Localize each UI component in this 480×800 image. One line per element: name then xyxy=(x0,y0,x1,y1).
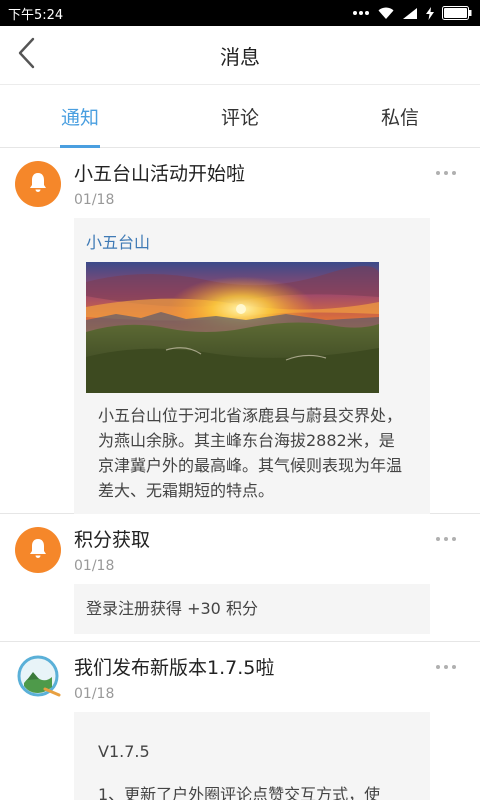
sunset-mountain-photo xyxy=(86,262,379,393)
list-item[interactable]: 我们发布新版本1.7.5啦 01/18 V1.7.5 1、更新了户外圈评论点赞交… xyxy=(0,642,480,800)
message-title: 积分获取 xyxy=(74,529,151,551)
card-link[interactable]: 小五台山 xyxy=(86,232,418,254)
more-options-icon[interactable] xyxy=(436,166,460,180)
message-card[interactable]: V1.7.5 1、更新了户外圈评论点赞交互方式，使 xyxy=(74,712,430,800)
avatar xyxy=(15,655,61,701)
nav-bar: 消息 xyxy=(0,26,480,84)
tab-notifications[interactable]: 通知 xyxy=(0,85,160,147)
page-title: 消息 xyxy=(220,44,260,69)
tab-private-messages[interactable]: 私信 xyxy=(320,85,480,147)
more-options-icon[interactable] xyxy=(436,532,460,546)
message-card[interactable]: 小五台山 小五台山位于河北省涿鹿县与蔚县交界处，为燕山余脉。其主峰东台海拔288… xyxy=(74,218,430,517)
more-dots-icon xyxy=(352,10,370,16)
tab-comments[interactable]: 评论 xyxy=(160,85,320,147)
message-title: 我们发布新版本1.7.5啦 xyxy=(74,657,275,679)
avatar xyxy=(15,527,61,573)
bell-icon xyxy=(26,170,50,198)
more-options-icon[interactable] xyxy=(436,660,460,674)
tab-bar: 通知 评论 私信 xyxy=(0,84,480,148)
charging-icon xyxy=(426,6,434,20)
list-item[interactable]: 积分获取 01/18 登录注册获得 +30 积分 xyxy=(0,514,480,642)
message-list[interactable]: 小五台山活动开始啦 01/18 小五台山 小五台山位于河北省涿鹿县与蔚县交界处，… xyxy=(0,148,480,800)
card-description: 1、更新了户外圈评论点赞交互方式，使 xyxy=(98,785,381,800)
back-button[interactable] xyxy=(8,34,44,76)
status-icons xyxy=(352,6,472,20)
message-date: 01/18 xyxy=(74,686,115,702)
back-chevron-icon xyxy=(17,37,35,73)
card-description: 小五台山位于河北省涿鹿县与蔚县交界处，为燕山余脉。其主峰东台海拔2882米，是京… xyxy=(98,406,403,500)
bell-icon xyxy=(26,536,50,564)
message-card[interactable]: 登录注册获得 +30 积分 xyxy=(74,584,430,634)
wifi-icon xyxy=(378,7,394,20)
card-description: 登录注册获得 +30 积分 xyxy=(86,599,258,618)
message-date: 01/18 xyxy=(74,558,115,574)
avatar xyxy=(15,161,61,207)
list-item[interactable]: 小五台山活动开始啦 01/18 小五台山 小五台山位于河北省涿鹿县与蔚县交界处，… xyxy=(0,148,480,517)
message-date: 01/18 xyxy=(74,192,115,208)
version-label: V1.7.5 xyxy=(98,742,150,761)
message-title: 小五台山活动开始啦 xyxy=(74,163,246,185)
app-logo-icon xyxy=(15,653,61,703)
status-bar: 下午5:24 xyxy=(0,0,480,26)
signal-icon xyxy=(402,7,418,20)
battery-icon xyxy=(442,6,472,20)
status-time: 下午5:24 xyxy=(8,7,64,23)
